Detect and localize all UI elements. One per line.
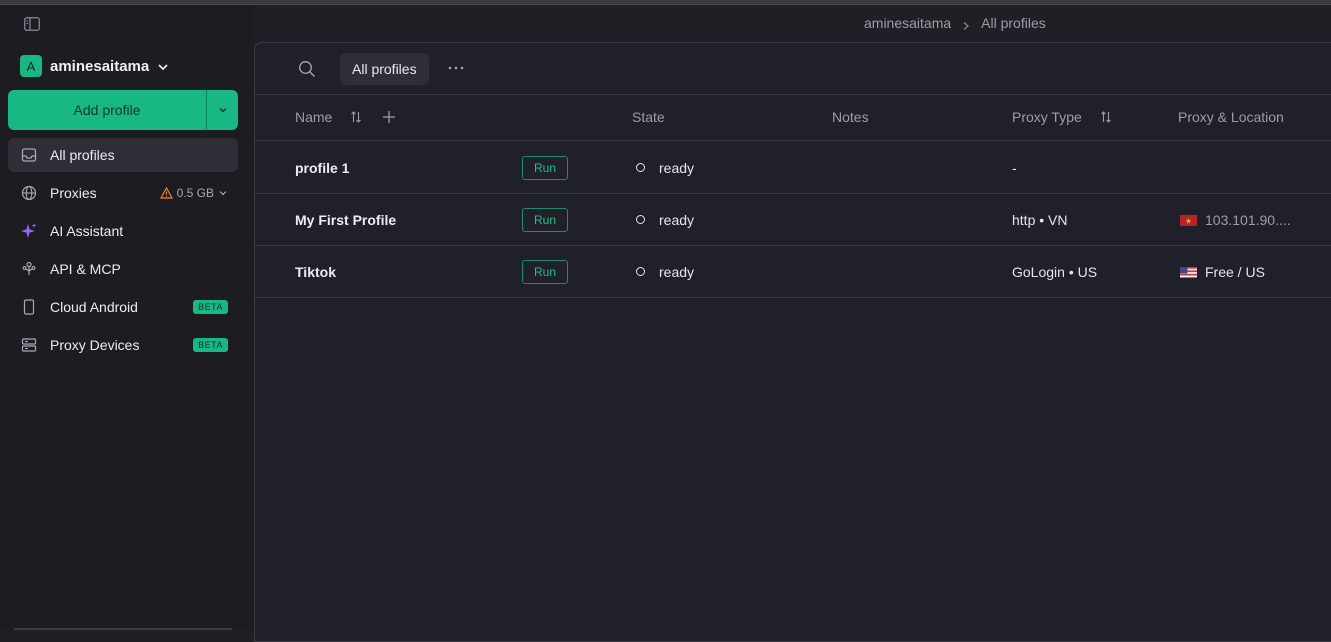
state-label: ready: [659, 159, 695, 176]
run-button[interactable]: Run: [522, 260, 568, 284]
proxy-location: Free / US: [1180, 246, 1265, 297]
sidebar-item-proxies[interactable]: Proxies 0.5 GB: [8, 176, 238, 210]
account-switcher[interactable]: A aminesaitama: [20, 51, 169, 81]
sidebar-item-api-mcp[interactable]: API & MCP: [8, 252, 238, 286]
chevron-down-icon: [219, 191, 227, 196]
search-icon[interactable]: [298, 60, 316, 78]
breadcrumb-current: All profiles: [981, 15, 1046, 31]
us-flag-icon: [1180, 266, 1197, 278]
column-name-label: Name: [295, 109, 333, 125]
state-label: ready: [659, 263, 695, 280]
proxy-location: 103.101.90....: [1180, 194, 1291, 245]
table-row[interactable]: Tiktok Run ready GoLogin • US Free / US: [255, 246, 1331, 298]
proxy-traffic-indicator[interactable]: 0.5 GB: [159, 186, 228, 200]
sidebar-item-cloud-android[interactable]: Cloud Android BETA: [8, 290, 238, 324]
sidebar-item-label: Proxies: [50, 185, 97, 201]
sidebar-item-label: Cloud Android: [50, 299, 138, 315]
column-state: State: [632, 109, 665, 125]
warning-icon: [159, 187, 173, 199]
proxy-location-label: 103.101.90....: [1205, 211, 1291, 228]
column-name: Name: [295, 109, 396, 125]
column-proxy-type-label: Proxy Type: [1012, 109, 1082, 125]
breadcrumb-account[interactable]: aminesaitama: [864, 15, 951, 31]
run-button[interactable]: Run: [522, 156, 568, 180]
profile-name[interactable]: My First Profile: [295, 194, 396, 245]
proxy-location-label: Free / US: [1205, 263, 1265, 280]
profile-name[interactable]: Tiktok: [295, 246, 336, 297]
chevron-down-icon: [157, 60, 169, 72]
chevron-right-icon: [961, 18, 971, 30]
add-profile-button[interactable]: Add profile: [8, 90, 206, 130]
proxy-type: http • VN: [1012, 211, 1068, 228]
status-dot-icon: [636, 267, 645, 276]
status-dot-icon: [636, 215, 645, 224]
profiles-panel: All profiles Name State Notes Proxy Type…: [254, 42, 1331, 642]
status-dot-icon: [636, 163, 645, 172]
sidebar-nav: All profiles Proxies 0.5 GB AI Assistant…: [8, 138, 238, 366]
profile-state: ready: [636, 246, 694, 297]
beta-badge: BETA: [193, 338, 228, 352]
table-row[interactable]: My First Profile Run ready http • VN 103…: [255, 194, 1331, 246]
proxy-type: GoLogin • US: [1012, 263, 1098, 280]
add-column-icon[interactable]: [382, 110, 396, 124]
beta-badge-wrap: BETA: [193, 338, 228, 352]
avatar: A: [20, 55, 42, 77]
table-row[interactable]: profile 1 Run ready -: [255, 142, 1331, 194]
sidebar-item-ai-assistant[interactable]: AI Assistant: [8, 214, 238, 248]
sidebar-item-proxy-devices[interactable]: Proxy Devices BETA: [8, 328, 238, 362]
sidebar: A aminesaitama Add profile All profiles …: [0, 5, 254, 630]
phone-icon: [20, 298, 38, 316]
sidebar-item-label: API & MCP: [50, 261, 121, 277]
inbox-icon: [20, 146, 38, 164]
proxy-traffic-value: 0.5 GB: [176, 186, 214, 200]
column-proxy-location: Proxy & Location: [1178, 109, 1284, 125]
sidebar-item-label: All profiles: [50, 147, 115, 163]
state-label: ready: [659, 211, 695, 228]
sparkle-icon: [20, 222, 38, 240]
proxy-type: -: [1012, 159, 1017, 176]
run-button[interactable]: Run: [522, 208, 568, 232]
column-notes: Notes: [832, 109, 869, 125]
chevron-down-icon: [219, 108, 226, 113]
table-header: Name State Notes Proxy Type Proxy & Loca…: [255, 95, 1331, 141]
sidebar-item-label: AI Assistant: [50, 223, 124, 239]
beta-badge: BETA: [193, 300, 228, 314]
add-profile-options-button[interactable]: [206, 90, 238, 130]
api-icon: [20, 260, 38, 278]
profile-state: ready: [636, 142, 694, 193]
sort-icon[interactable]: [350, 110, 362, 124]
account-name: aminesaitama: [50, 57, 150, 75]
profile-state: ready: [636, 194, 694, 245]
sidebar-item-all-profiles[interactable]: All profiles: [8, 138, 238, 172]
column-proxy-type: Proxy Type: [1012, 109, 1112, 125]
toolbar: All profiles: [255, 43, 1331, 95]
tab-all-profiles[interactable]: All profiles: [340, 53, 429, 85]
sidebar-toggle-icon[interactable]: [24, 17, 40, 31]
globe-icon: [20, 184, 38, 202]
sidebar-item-label: Proxy Devices: [50, 337, 140, 353]
server-icon: [20, 336, 38, 354]
vn-flag-icon: [1180, 214, 1197, 226]
more-options-icon[interactable]: [447, 61, 465, 75]
beta-badge-wrap: BETA: [193, 300, 228, 314]
sort-icon[interactable]: [1100, 110, 1112, 124]
add-profile-group: Add profile: [8, 90, 238, 130]
profile-name[interactable]: profile 1: [295, 142, 349, 193]
breadcrumb: aminesaitama All profiles: [864, 14, 1046, 32]
